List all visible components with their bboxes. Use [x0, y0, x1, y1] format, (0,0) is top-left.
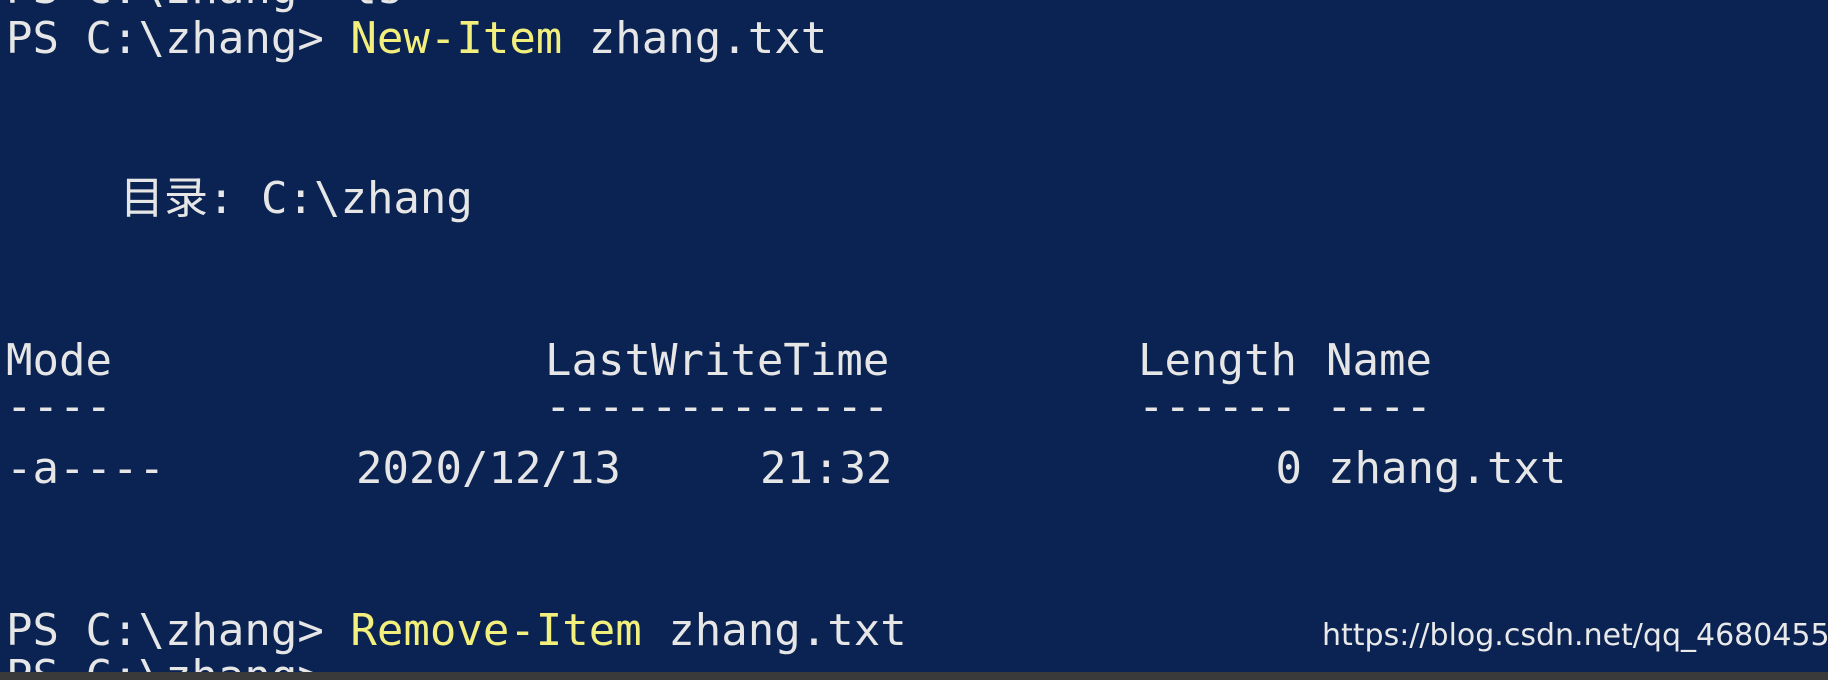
divider-mode: ----	[6, 381, 112, 432]
watermark-url: https://blog.csdn.net/qq_46804551	[1322, 618, 1828, 653]
command-args: zhang.txt	[562, 13, 828, 64]
cmdlet-remove-item: Remove-Item	[350, 605, 642, 656]
next-prompt-line-cut: PS C:\zhang>	[6, 650, 324, 672]
cmdlet-new-item: New-Item	[350, 13, 563, 64]
window-bottom-edge	[0, 672, 1828, 680]
row-time: 21:32	[760, 443, 893, 494]
row-name: zhang.txt	[1328, 443, 1567, 494]
prompt: PS C:\zhang>	[6, 605, 351, 656]
row-date: 2020/12/13	[356, 443, 621, 494]
prompt: PS C:\zhang>	[6, 13, 351, 64]
powershell-terminal[interactable]: PS C:\zhang> ls PS C:\zhang> New-Item zh…	[0, 0, 1828, 672]
divider-name: ----	[1326, 381, 1432, 432]
directory-label: 目录: C:\zhang	[120, 173, 473, 224]
divider-length: ------	[1138, 381, 1297, 432]
command-line-new-item: PS C:\zhang> New-Item zhang.txt	[6, 12, 827, 66]
divider-last-write-time: -------------	[545, 381, 890, 432]
command-args: zhang.txt	[641, 605, 907, 656]
row-length: 0	[1275, 443, 1303, 494]
row-mode: -a----	[6, 443, 165, 494]
